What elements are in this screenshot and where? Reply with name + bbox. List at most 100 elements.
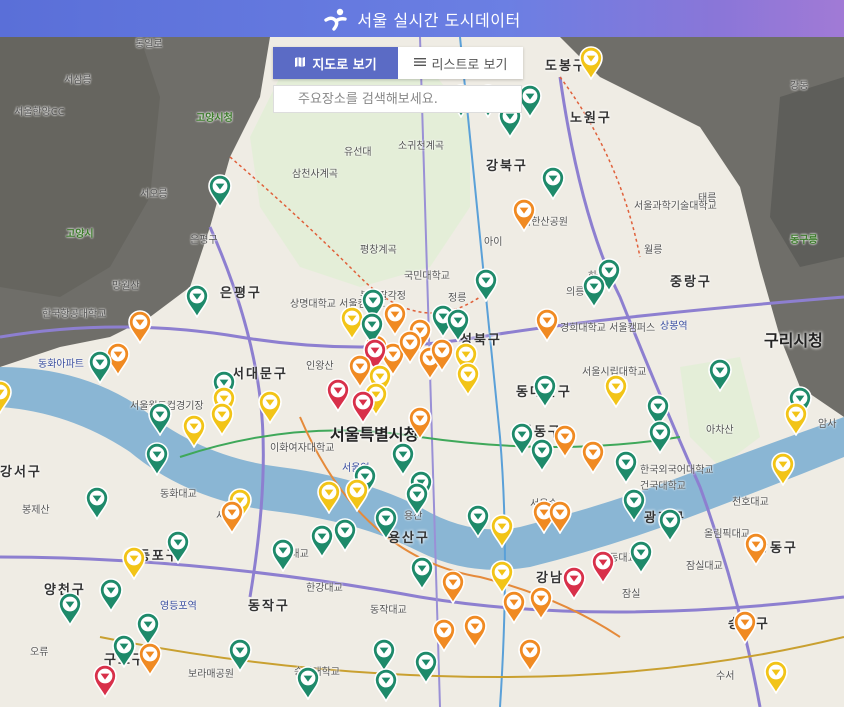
place-marker-yellow[interactable] xyxy=(316,480,342,514)
place-marker-orange[interactable] xyxy=(431,618,457,652)
place-marker-red[interactable] xyxy=(561,566,587,600)
list-view-button[interactable]: 리스트로 보기 xyxy=(398,47,523,79)
search-input[interactable] xyxy=(274,86,521,112)
place-marker-orange[interactable] xyxy=(552,424,578,458)
place-marker-green[interactable] xyxy=(144,442,170,476)
place-marker-orange[interactable] xyxy=(511,198,537,232)
place-marker-orange[interactable] xyxy=(127,310,153,344)
place-marker-orange[interactable] xyxy=(440,570,466,604)
place-marker-red[interactable] xyxy=(325,378,351,412)
place-marker-orange[interactable] xyxy=(501,590,527,624)
triangle-down-icon xyxy=(553,424,577,458)
place-marker-green[interactable] xyxy=(373,506,399,540)
place-marker-orange[interactable] xyxy=(219,500,245,534)
place-marker-orange[interactable] xyxy=(534,308,560,342)
place-marker-green[interactable] xyxy=(613,450,639,484)
triangle-down-icon xyxy=(271,538,295,572)
place-marker-yellow[interactable] xyxy=(257,390,283,424)
place-marker-green[interactable] xyxy=(404,482,430,516)
place-marker-green[interactable] xyxy=(647,420,673,454)
place-marker-green[interactable] xyxy=(581,274,607,308)
triangle-down-icon xyxy=(648,420,672,454)
triangle-down-icon xyxy=(166,530,190,564)
place-marker-orange[interactable] xyxy=(528,586,554,620)
triangle-down-icon xyxy=(629,540,653,574)
place-marker-green[interactable] xyxy=(445,308,471,342)
place-marker-orange[interactable] xyxy=(462,614,488,648)
place-marker-yellow[interactable] xyxy=(489,514,515,548)
triangle-down-icon xyxy=(408,406,432,440)
triangle-down-icon xyxy=(182,414,206,448)
place-marker-green[interactable] xyxy=(373,668,399,702)
triangle-down-icon xyxy=(317,480,341,514)
place-marker-green[interactable] xyxy=(270,538,296,572)
place-marker-green[interactable] xyxy=(98,578,124,612)
place-marker-yellow[interactable] xyxy=(783,402,809,436)
place-marker-green[interactable] xyxy=(57,592,83,626)
place-marker-green[interactable] xyxy=(707,358,733,392)
place-marker-yellow[interactable] xyxy=(455,362,481,396)
place-marker-orange[interactable] xyxy=(732,610,758,644)
triangle-down-icon xyxy=(582,274,606,308)
place-marker-yellow[interactable] xyxy=(489,560,515,594)
place-marker-orange[interactable] xyxy=(429,338,455,372)
triangle-down-icon xyxy=(764,660,788,694)
place-marker-green[interactable] xyxy=(465,504,491,538)
triangle-down-icon xyxy=(535,308,559,342)
place-marker-green[interactable] xyxy=(473,268,499,302)
place-marker-yellow[interactable] xyxy=(181,414,207,448)
place-marker-red[interactable] xyxy=(92,664,118,698)
place-marker-orange[interactable] xyxy=(547,500,573,534)
place-marker-green[interactable] xyxy=(309,524,335,558)
place-marker-orange[interactable] xyxy=(743,532,769,566)
place-marker-green[interactable] xyxy=(135,612,161,646)
place-marker-orange[interactable] xyxy=(580,440,606,474)
triangle-down-icon xyxy=(372,638,396,672)
map-view-button[interactable]: 지도로 보기 xyxy=(273,47,398,79)
place-marker-green[interactable] xyxy=(84,486,110,520)
place-marker-green[interactable] xyxy=(295,666,321,700)
place-marker-green[interactable] xyxy=(227,638,253,672)
place-marker-green[interactable] xyxy=(409,556,435,590)
place-marker-red[interactable] xyxy=(590,550,616,584)
triangle-down-icon xyxy=(441,570,465,604)
place-marker-green[interactable] xyxy=(87,350,113,384)
place-marker-yellow[interactable] xyxy=(0,380,13,414)
triangle-down-icon xyxy=(138,642,162,676)
place-marker-green[interactable] xyxy=(147,402,173,436)
place-marker-green[interactable] xyxy=(413,650,439,684)
triangle-down-icon xyxy=(512,198,536,232)
triangle-down-icon xyxy=(136,612,160,646)
place-marker-yellow[interactable] xyxy=(603,374,629,408)
place-marker-green[interactable] xyxy=(540,166,566,200)
place-marker-green[interactable] xyxy=(332,518,358,552)
triangle-down-icon xyxy=(414,650,438,684)
triangle-down-icon xyxy=(220,500,244,534)
place-marker-green[interactable] xyxy=(165,530,191,564)
place-marker-green[interactable] xyxy=(111,634,137,668)
place-marker-green[interactable] xyxy=(621,488,647,522)
place-marker-green[interactable] xyxy=(184,284,210,318)
place-marker-yellow[interactable] xyxy=(121,546,147,580)
triangle-down-icon xyxy=(410,556,434,590)
place-marker-orange[interactable] xyxy=(407,406,433,440)
place-marker-green[interactable] xyxy=(628,540,654,574)
place-marker-green[interactable] xyxy=(657,508,683,542)
place-marker-yellow[interactable] xyxy=(578,46,604,80)
place-marker-orange[interactable] xyxy=(137,642,163,676)
triangle-down-icon xyxy=(490,560,514,594)
place-marker-green[interactable] xyxy=(207,174,233,208)
place-marker-orange[interactable] xyxy=(517,638,543,672)
triangle-down-icon xyxy=(58,592,82,626)
place-marker-yellow[interactable] xyxy=(344,478,370,512)
place-marker-red[interactable] xyxy=(350,390,376,424)
triangle-down-icon xyxy=(0,380,12,414)
place-marker-yellow[interactable] xyxy=(763,660,789,694)
place-marker-yellow[interactable] xyxy=(770,452,796,486)
triangle-down-icon xyxy=(430,338,454,372)
view-toggle: 지도로 보기 리스트로 보기 xyxy=(273,47,523,79)
place-marker-yellow[interactable] xyxy=(209,402,235,436)
triangle-down-icon xyxy=(208,174,232,208)
place-marker-green[interactable] xyxy=(371,638,397,672)
place-marker-green[interactable] xyxy=(532,374,558,408)
